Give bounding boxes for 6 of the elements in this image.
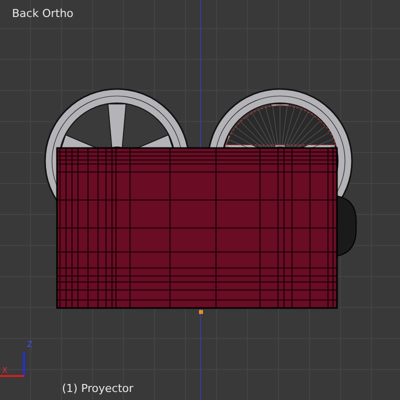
view-label: Back Ortho: [12, 7, 74, 20]
object-label: (1) Proyector: [62, 382, 134, 395]
origin-point-icon: [199, 310, 203, 314]
axis-gizmo-icon: [0, 352, 25, 377]
x-axis-label: X: [2, 366, 8, 375]
z-axis-label: Z: [27, 340, 32, 349]
